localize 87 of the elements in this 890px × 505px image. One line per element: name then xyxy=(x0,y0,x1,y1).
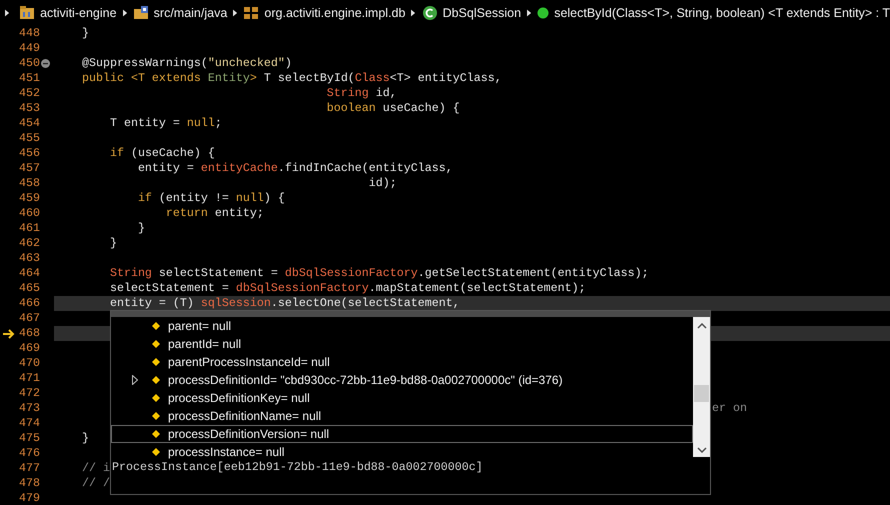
package-icon xyxy=(243,5,260,21)
line-number: 451 xyxy=(19,71,40,86)
line-number: 463 xyxy=(19,251,40,266)
breadcrumb-item[interactable]: src/main/java xyxy=(132,5,228,21)
code-line: T entity = null; xyxy=(108,116,222,130)
chevron-icon xyxy=(233,8,238,18)
variable-row[interactable]: processDefinitionName= null xyxy=(111,407,693,425)
variable-row[interactable]: parent= null xyxy=(111,317,693,335)
breadcrumb-item[interactable]: DbSqlSession xyxy=(422,5,522,21)
code-line: String selectStatement = dbSqlSessionFactory.getSelectStatement(entityClass); xyxy=(108,266,649,280)
code-line: er on xyxy=(712,401,747,415)
line-number: 476 xyxy=(19,446,40,461)
folder-icon xyxy=(132,5,149,21)
line-number: 468 xyxy=(19,326,40,341)
line-number: 452 xyxy=(19,86,40,101)
breadcrumb-item[interactable]: org.activiti.engine.impl.db xyxy=(243,5,406,21)
class-icon xyxy=(422,5,438,21)
line-number: 455 xyxy=(19,131,40,146)
line-number: 448 xyxy=(19,26,40,41)
code-line: } xyxy=(136,221,145,235)
scroll-thumb[interactable] xyxy=(694,385,709,402)
line-number: 453 xyxy=(19,101,40,116)
chevron-icon xyxy=(122,8,127,18)
line-number: 467 xyxy=(19,311,40,326)
field-icon xyxy=(152,394,160,402)
scrollbar[interactable] xyxy=(693,317,710,457)
code-line: public <T extends Entity> T selectById(Class<T> entityClass, xyxy=(80,71,502,85)
line-number: 454 xyxy=(19,116,40,131)
line-number: 474 xyxy=(19,416,40,431)
line-number: 464 xyxy=(19,266,40,281)
line-number: 457 xyxy=(19,161,40,176)
collapse-icon[interactable] xyxy=(41,59,50,68)
field-icon xyxy=(152,358,160,366)
line-number: 450 xyxy=(19,56,40,71)
code-line: entity = (T) sqlSession.selectOne(selectStatement, xyxy=(108,296,460,310)
code-line: return entity; xyxy=(164,206,264,220)
line-number: 475 xyxy=(19,431,40,446)
code-line: if (entity != null) { xyxy=(136,191,285,205)
line-number: 465 xyxy=(19,281,40,296)
code-line: if (useCache) { xyxy=(108,146,215,160)
line-number: 477 xyxy=(19,461,40,476)
line-number: 461 xyxy=(19,221,40,236)
expand-icon[interactable] xyxy=(132,375,138,385)
line-number: 460 xyxy=(19,206,40,221)
line-number: 466 xyxy=(19,296,40,311)
field-icon xyxy=(152,448,160,456)
line-number: 458 xyxy=(19,176,40,191)
field-icon xyxy=(152,322,160,330)
code-line: entity = entityCache.findInCache(entityClass, xyxy=(136,161,453,175)
breadcrumb-item[interactable]: selectById(Class<T>, String, boolean) <T extends Entity> : T xyxy=(537,6,890,20)
folder-icon xyxy=(19,5,36,21)
breadcrumb-item[interactable]: activiti-engine xyxy=(19,5,117,21)
code-line: } xyxy=(80,431,89,445)
up-icon[interactable] xyxy=(696,323,706,329)
variable-row[interactable]: processDefinitionVersion= null xyxy=(111,425,693,443)
line-number: 462 xyxy=(19,236,40,251)
code-line: // / xyxy=(80,476,110,490)
line-number: 459 xyxy=(19,191,40,206)
down-icon[interactable] xyxy=(696,447,706,453)
line-number: 479 xyxy=(19,491,40,505)
line-number: 456 xyxy=(19,146,40,161)
variable-row[interactable]: parentProcessInstanceId= null xyxy=(111,353,693,371)
field-icon xyxy=(152,430,160,438)
code-line: @SuppressWarnings("unchecked") xyxy=(80,56,292,70)
variable-row[interactable]: parentId= null xyxy=(111,335,693,353)
code-line: id); xyxy=(368,176,397,190)
field-icon xyxy=(152,376,160,384)
line-number: 469 xyxy=(19,341,40,356)
line-number: 470 xyxy=(19,356,40,371)
chevron-icon xyxy=(527,8,532,18)
code-line: selectStatement = dbSqlSessionFactory.mapStatement(selectStatement); xyxy=(108,281,586,295)
code-line: // i xyxy=(80,461,110,475)
variable-row[interactable]: processDefinitionId= "cbd930cc-72bb-11e9-bd88-0a002700000c" (id=376) xyxy=(111,371,693,389)
code-line: String id, xyxy=(326,86,397,100)
code-line: } xyxy=(108,236,117,250)
code-line: boolean useCache) { xyxy=(326,101,460,115)
line-number: 472 xyxy=(19,386,40,401)
chevron-icon[interactable] xyxy=(5,8,10,18)
chevron-icon xyxy=(411,8,416,18)
line-number: 449 xyxy=(19,41,40,56)
field-icon xyxy=(152,412,160,420)
dot-icon xyxy=(537,7,550,19)
line-number: 473 xyxy=(19,401,40,416)
code-line: } xyxy=(80,26,89,40)
line-number: 471 xyxy=(19,371,40,386)
line-number: 478 xyxy=(19,476,40,491)
variable-row[interactable]: processDefinitionKey= null xyxy=(111,389,693,407)
